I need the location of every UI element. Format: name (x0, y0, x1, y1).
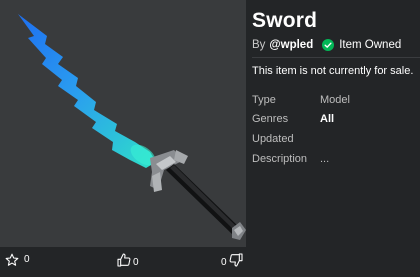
by-label: By (252, 39, 266, 51)
thumbs-up-icon (117, 253, 131, 267)
item-details: Sword By @wpled Item Owned This item is … (252, 0, 420, 277)
detail-label: Description (252, 153, 308, 165)
detail-value: ... (320, 153, 330, 165)
favorite-count: 0 (24, 254, 30, 265)
item-byline: By @wpled Item Owned (252, 39, 401, 51)
thumbs-down-icon (229, 253, 243, 267)
detail-label: Genres (252, 113, 289, 125)
detail-label: Type (252, 94, 276, 106)
sale-status: This item is not currently for sale. (252, 65, 414, 77)
item-thumbnail (0, 0, 246, 247)
downvote-count: 0 (221, 257, 227, 268)
divider (252, 57, 420, 58)
favorite-button[interactable]: 0 (5, 253, 30, 267)
star-outline-icon (5, 253, 19, 266)
upvote-button[interactable]: 0 (116, 252, 139, 268)
check-circle-icon (322, 39, 335, 51)
item-owned-label: Item Owned (339, 39, 402, 51)
sword-image (18, 14, 246, 240)
downvote-button[interactable]: 0 (221, 252, 244, 268)
genre-link[interactable]: All (320, 113, 334, 125)
upvote-count: 0 (133, 257, 139, 268)
stats-bar: 0 0 0 (0, 247, 246, 277)
detail-value: Model (320, 94, 350, 106)
detail-label: Updated (252, 133, 294, 145)
item-title: Sword (252, 9, 318, 32)
creator-link[interactable]: @wpled (269, 39, 313, 51)
